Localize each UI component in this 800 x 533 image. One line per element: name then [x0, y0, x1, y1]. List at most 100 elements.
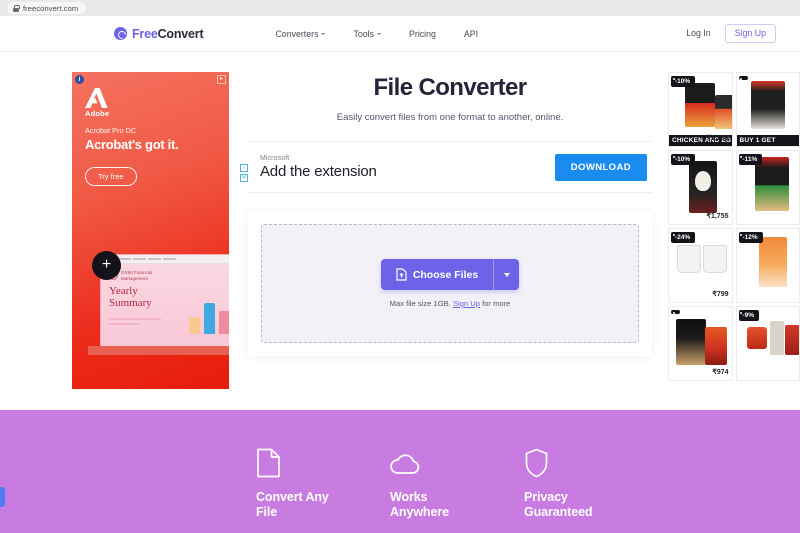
left-advertisement[interactable]: i ▸ Adobe Acrobat Pro DC Acrobat's got i… — [72, 72, 229, 389]
product-image — [676, 319, 706, 365]
site-header: FreeConvert Converters Tools Pricing API… — [0, 16, 800, 52]
ad-headline: Acrobat's got it. — [85, 137, 179, 152]
features-row: Convert Any File Works Anywhere Privacy … — [256, 410, 800, 521]
choose-files-group: Choose Files — [380, 259, 520, 290]
right-advertisement[interactable]: -10% CHICKEN AND EG ₹1,790 BUY 1 GET -10… — [668, 72, 800, 389]
page-subtitle: Easily convert files from one format to … — [336, 112, 564, 123]
discount-badge: -11% — [738, 154, 763, 165]
hint-suffix: for more — [479, 299, 511, 308]
product-image — [705, 327, 727, 365]
ad-product-cell[interactable]: -11% — [735, 150, 800, 225]
microsoft-extension-banner: i ✕ Microsoft Add the extension DOWNLOAD — [240, 141, 652, 193]
cloud-icon — [390, 454, 420, 474]
product-image — [750, 81, 785, 129]
nav-item-converters[interactable]: Converters — [275, 28, 326, 39]
product-price: ₹799 — [712, 291, 729, 298]
promo-strip: BUY 1 GET — [736, 135, 799, 146]
toolbar-line-icon — [147, 258, 161, 260]
feature-label: Convert Any File — [256, 490, 329, 520]
banner-kicker: Microsoft — [260, 154, 290, 162]
discount-badge: -9% — [738, 310, 760, 321]
discount-badge — [738, 76, 748, 81]
browser-url-bar: freeconvert.com — [0, 0, 800, 16]
device-title-line2: Summary — [109, 297, 152, 310]
device-bar-chart — [189, 292, 229, 334]
url-text: freeconvert.com — [23, 3, 79, 13]
ad-product-cell[interactable]: -10% CHICKEN AND EG ₹1,790 — [668, 72, 733, 147]
url-pill[interactable]: freeconvert.com — [7, 2, 87, 14]
login-link[interactable]: Log In — [686, 28, 710, 38]
chevron-down-icon — [377, 32, 382, 35]
ad-product-cell[interactable]: BUY 1 GET — [735, 72, 800, 147]
adobe-a-icon — [85, 88, 111, 108]
ad-device-shelf — [88, 346, 229, 355]
brand-text: FreeConvert — [132, 27, 204, 41]
ad-product-grid: -10% CHICKEN AND EG ₹1,790 BUY 1 GET -10… — [668, 72, 800, 381]
chevron-down-icon — [503, 272, 510, 277]
ad-product-cell[interactable]: -12% — [735, 228, 800, 303]
choose-files-dropdown-button[interactable] — [493, 259, 520, 290]
file-dropzone[interactable]: Choose Files Max file size 1GB. Sign Up … — [261, 224, 639, 343]
nav-label-pricing: Pricing — [409, 28, 436, 39]
nav-item-api[interactable]: API — [464, 29, 478, 39]
side-feedback-tab[interactable] — [0, 487, 5, 507]
choose-files-button[interactable]: Choose Files — [380, 259, 494, 290]
signup-button[interactable]: Sign Up — [724, 24, 776, 43]
device-brand: GX90 Financial Management — [109, 270, 229, 281]
ad-try-free-button[interactable]: Try free — [85, 167, 137, 186]
banner-text: Microsoft Add the extension — [260, 155, 377, 180]
product-image — [754, 157, 789, 211]
info-icon[interactable]: i — [240, 164, 248, 172]
ad-product-cell[interactable]: -9% — [735, 306, 800, 381]
product-image — [769, 321, 784, 355]
device-meta-line — [109, 317, 161, 320]
ad-footer[interactable]: Use code TRYNEW Supertails — [668, 385, 800, 389]
freeconvert-logo-icon — [114, 27, 127, 40]
product-image — [784, 325, 800, 355]
chart-bar — [204, 303, 215, 334]
adchoices-icon[interactable]: ▸ — [217, 75, 226, 84]
product-price: ₹974 — [712, 369, 729, 376]
ad-product-cell[interactable]: -24% ₹799 — [668, 228, 733, 303]
feature-privacy-guaranteed: Privacy Guaranteed — [524, 448, 658, 521]
privacy-icon[interactable]: i — [75, 75, 84, 84]
main-nav: Converters Tools Pricing API — [275, 29, 478, 39]
product-image — [695, 171, 711, 191]
page-title: File Converter — [373, 74, 528, 101]
nav-label-api: API — [463, 28, 479, 39]
device-brand-line1: GX90 Financial — [121, 270, 153, 275]
chevron-down-icon — [321, 32, 326, 35]
ad-footer-text: Use code TRYNEW Supertails — [691, 385, 761, 389]
chart-bar — [189, 317, 200, 334]
chart-bar — [219, 311, 229, 334]
product-image — [715, 95, 732, 129]
discount-badge — [671, 310, 680, 315]
upload-card: Choose Files Max file size 1GB. Sign Up … — [248, 211, 652, 356]
feature-icon-wrap — [524, 448, 658, 478]
center-column: File Converter Easily convert files from… — [240, 52, 652, 356]
feature-convert-any-file: Convert Any File — [256, 448, 390, 521]
product-image — [685, 83, 715, 127]
discount-badge: -10% — [671, 76, 696, 87]
nav-item-pricing[interactable]: Pricing — [409, 29, 436, 39]
nav-label-converters: Converters — [275, 28, 319, 39]
device-brand-line2: Management — [121, 275, 148, 281]
ad-product-cell[interactable]: -10% ₹1,755 — [668, 150, 733, 225]
device-brand-text: GX90 Financial Management — [121, 270, 152, 281]
discount-badge: -10% — [671, 154, 696, 165]
toolbar-line-icon — [132, 258, 146, 260]
product-price: ₹1,790 — [706, 135, 729, 142]
plus-icon[interactable]: + — [92, 251, 121, 280]
feature-icon-wrap — [390, 448, 524, 478]
close-icon[interactable]: ✕ — [240, 174, 248, 182]
ad-product-name: Acrobat Pro DC — [85, 126, 137, 135]
choose-files-label: Choose Files — [412, 268, 479, 281]
ad-product-cell[interactable]: ₹974 — [668, 306, 733, 381]
device-title-line1: Yearly — [109, 285, 138, 298]
brand-logo[interactable]: FreeConvert — [114, 27, 204, 41]
feature-label: Privacy Guaranteed — [524, 490, 593, 520]
download-button[interactable]: DOWNLOAD — [554, 153, 647, 181]
product-image — [677, 245, 701, 273]
signup-link[interactable]: Sign Up — [453, 299, 480, 308]
nav-item-tools[interactable]: Tools — [353, 29, 382, 39]
